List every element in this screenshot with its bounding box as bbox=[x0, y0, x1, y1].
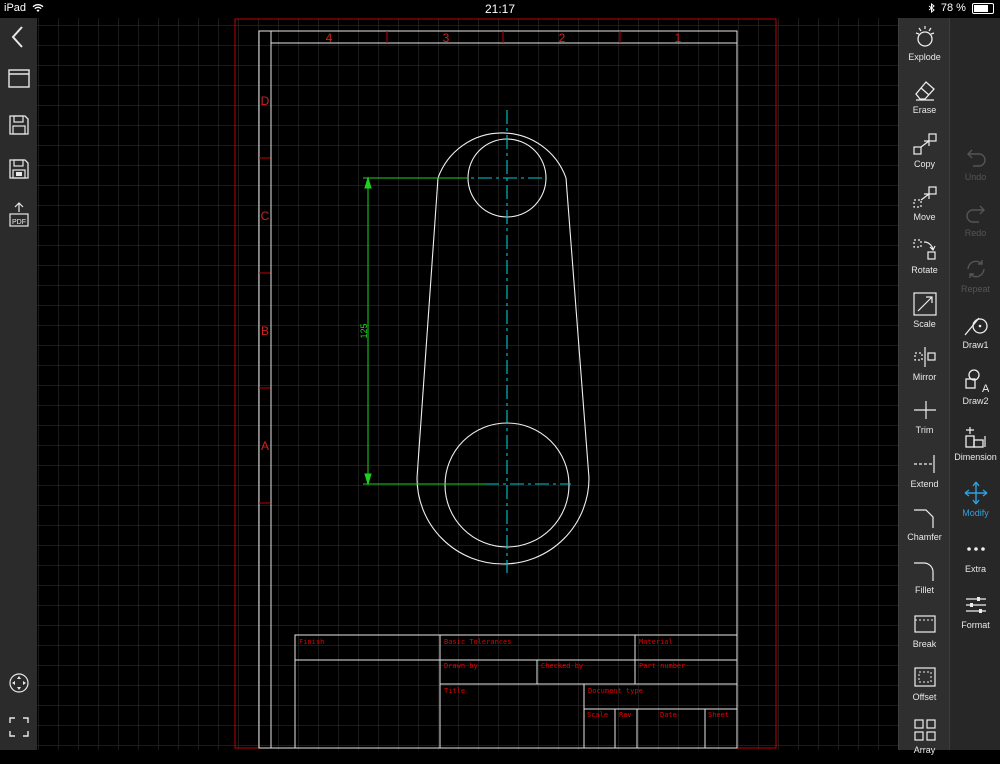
draw2-button[interactable]: A Draw2 bbox=[950, 362, 1000, 415]
fullscreen-icon bbox=[8, 717, 29, 737]
format-button[interactable]: Format bbox=[950, 586, 1000, 639]
row-zone-B: B bbox=[261, 324, 269, 338]
tb-basic-tolerances: Basic Tolerances bbox=[444, 638, 511, 646]
tb-sheet: Sheet bbox=[708, 711, 729, 719]
copy-button[interactable]: Copy bbox=[899, 125, 950, 178]
left-toolbar: PDF bbox=[0, 18, 37, 750]
layers-icon bbox=[7, 69, 30, 88]
mirror-icon bbox=[913, 347, 936, 367]
rotate-icon bbox=[912, 239, 936, 260]
tb-date: Date bbox=[660, 711, 677, 719]
repeat-button[interactable]: Repeat bbox=[950, 250, 1000, 303]
array-icon bbox=[913, 719, 936, 741]
trim-button[interactable]: Trim bbox=[899, 391, 950, 444]
export-pdf-button[interactable]: PDF bbox=[0, 202, 37, 230]
fillet-icon bbox=[913, 562, 934, 581]
row-zone-D: D bbox=[261, 94, 270, 108]
layers-button[interactable] bbox=[0, 68, 37, 94]
scale-icon bbox=[912, 292, 937, 316]
main-toolbar: Undo Redo Repeat Draw1 A Draw2 Dimension… bbox=[949, 18, 1000, 750]
tb-drawn-by: Drawn by bbox=[444, 662, 478, 670]
battery-icon bbox=[972, 2, 994, 14]
extend-button[interactable]: Extend bbox=[899, 445, 950, 498]
bluetooth-icon bbox=[928, 3, 935, 14]
dimension-button[interactable]: Dimension bbox=[950, 418, 1000, 471]
pan-button[interactable] bbox=[0, 672, 37, 698]
status-bar: iPad 21:17 78 % bbox=[0, 0, 1000, 18]
redo-button[interactable]: Redo bbox=[950, 194, 1000, 247]
mirror-button[interactable]: Mirror bbox=[899, 338, 950, 391]
back-icon bbox=[11, 26, 23, 48]
tb-finish: Finish bbox=[299, 638, 324, 646]
save-as-icon bbox=[8, 159, 29, 179]
modify-button[interactable]: Modify bbox=[950, 474, 1000, 527]
draw1-icon bbox=[963, 317, 988, 336]
break-icon bbox=[913, 615, 936, 633]
pdf-label: PDF bbox=[12, 219, 26, 226]
fillet-button[interactable]: Fillet bbox=[899, 551, 950, 604]
offset-button[interactable]: Offset bbox=[899, 658, 950, 711]
erase-icon bbox=[914, 81, 935, 101]
format-icon bbox=[965, 597, 986, 613]
save-icon bbox=[8, 115, 29, 135]
erase-button[interactable]: Erase bbox=[899, 71, 950, 124]
back-button[interactable] bbox=[0, 24, 37, 54]
undo-button[interactable]: Undo bbox=[950, 138, 1000, 191]
save-button[interactable] bbox=[0, 114, 37, 140]
tb-rev: Rev bbox=[619, 711, 632, 719]
undo-icon bbox=[966, 149, 986, 167]
draw1-button[interactable]: Draw1 bbox=[950, 306, 1000, 359]
row-zone-C: C bbox=[261, 209, 270, 223]
extend-icon bbox=[913, 455, 935, 473]
column-zone-4: 4 bbox=[326, 31, 333, 45]
column-zone-1: 1 bbox=[675, 31, 682, 45]
dimension-icon bbox=[964, 427, 986, 448]
chamfer-button[interactable]: Chamfer bbox=[899, 498, 950, 551]
status-time: 21:17 bbox=[484, 2, 516, 16]
dimension-value: 125 bbox=[359, 323, 369, 338]
scale-button[interactable]: Scale bbox=[899, 285, 950, 338]
column-zone-3: 3 bbox=[443, 31, 450, 45]
tb-document-type: Document type bbox=[588, 687, 643, 695]
chamfer-icon bbox=[913, 509, 934, 528]
svg-text:A: A bbox=[982, 383, 989, 394]
offset-icon bbox=[913, 667, 936, 687]
save-as-button[interactable] bbox=[0, 158, 37, 184]
drawing-canvas[interactable]: 4 3 2 1 D C B A 125 Finish Basic Toleran… bbox=[37, 18, 898, 750]
column-zone-2: 2 bbox=[559, 31, 566, 45]
extra-button[interactable]: Extra bbox=[950, 530, 1000, 583]
modify-icon bbox=[964, 481, 987, 505]
pan-icon bbox=[8, 673, 29, 693]
tb-title: Title bbox=[444, 687, 465, 695]
tb-part-number: Part number bbox=[639, 662, 685, 670]
explode-icon bbox=[915, 26, 934, 47]
redo-icon bbox=[965, 205, 985, 223]
drawing-sheet[interactable]: 4 3 2 1 D C B A 125 Finish Basic Toleran… bbox=[37, 18, 898, 750]
extra-icon bbox=[966, 547, 985, 551]
copy-icon bbox=[912, 133, 937, 155]
tb-scale: Scale bbox=[587, 711, 608, 719]
explode-button[interactable]: Explode bbox=[899, 18, 950, 71]
battery-percentage: 78 % bbox=[940, 2, 966, 14]
modify-toolbar: Explode Erase Copy Move Rotate Scale Mir… bbox=[898, 18, 950, 755]
repeat-icon bbox=[966, 260, 985, 278]
move-icon bbox=[912, 186, 937, 208]
export-pdf-icon: PDF bbox=[8, 202, 29, 227]
break-button[interactable]: Break bbox=[899, 605, 950, 658]
draw2-icon: A bbox=[964, 369, 989, 394]
array-button[interactable]: Array bbox=[899, 711, 950, 764]
row-zone-A: A bbox=[261, 439, 269, 453]
fullscreen-button[interactable] bbox=[0, 716, 37, 742]
move-button[interactable]: Move bbox=[899, 178, 950, 231]
tb-material: Material bbox=[639, 638, 673, 646]
trim-icon bbox=[913, 401, 936, 419]
tb-checked-by: Checked by bbox=[541, 662, 583, 670]
rotate-button[interactable]: Rotate bbox=[899, 231, 950, 284]
